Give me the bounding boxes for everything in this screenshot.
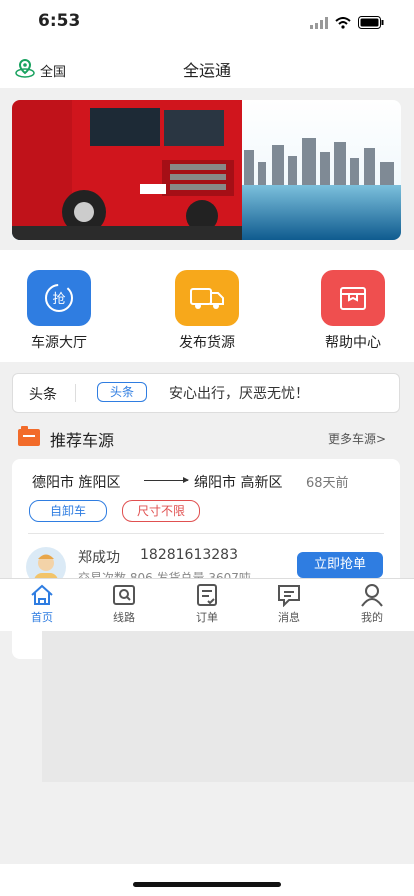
contact-name: 郑成功 xyxy=(78,550,120,566)
tab-label: 我的 xyxy=(361,611,383,624)
section-header: 推荐车源 更多车源> xyxy=(18,424,398,450)
wifi-icon xyxy=(335,14,351,33)
route-from: 德阳市 旌阳区 xyxy=(32,475,121,491)
message-icon xyxy=(278,585,300,607)
truck-icon xyxy=(175,270,239,326)
section-title: 推荐车源 xyxy=(50,431,115,450)
grab-order-button[interactable]: 立即抢单 xyxy=(297,552,383,578)
background-panel xyxy=(42,631,414,782)
quick-vehicle-hall[interactable]: 抢 车源大厅 xyxy=(14,270,104,352)
banner-image[interactable] xyxy=(12,100,401,240)
banner-area xyxy=(0,88,414,250)
box-icon xyxy=(321,270,385,326)
home-icon xyxy=(31,584,53,605)
route-to: 绵阳市 高新区 xyxy=(194,475,283,491)
card-divider xyxy=(28,533,384,534)
quick-label: 车源大厅 xyxy=(31,335,87,351)
tab-label: 消息 xyxy=(278,611,300,624)
tab-label: 订单 xyxy=(196,611,218,624)
home-indicator[interactable] xyxy=(133,882,281,887)
tag-vehicle-type: 自卸车 xyxy=(29,500,107,522)
tab-label: 线路 xyxy=(113,611,135,624)
quick-actions: 抢 车源大厅 发布货源 帮助中心 xyxy=(0,250,414,362)
route-arrow-icon xyxy=(144,477,189,483)
order-icon xyxy=(197,584,217,606)
route-icon xyxy=(113,585,135,605)
nav-bar: 全国 全运通 xyxy=(0,46,414,88)
more-vehicles-link[interactable]: 更多车源> xyxy=(328,430,386,447)
quick-label: 发布货源 xyxy=(179,335,235,351)
news-tag: 头条 xyxy=(97,382,147,402)
tab-label: 首页 xyxy=(31,611,53,624)
tab-bar: 首页 线路 订单 消息 我的 xyxy=(0,578,414,631)
page-title: 全运通 xyxy=(182,61,231,80)
status-icons xyxy=(310,14,384,33)
news-text: 安心出行，厌恶无忧！ xyxy=(169,386,309,402)
posted-time: 68天前 xyxy=(306,476,349,491)
tab-route[interactable]: 线路 xyxy=(94,583,154,625)
news-heading: 头条 xyxy=(29,387,57,403)
section-icon xyxy=(18,426,40,450)
battery-icon xyxy=(358,14,384,33)
tab-orders[interactable]: 订单 xyxy=(177,583,237,625)
quick-help-center[interactable]: 帮助中心 xyxy=(308,270,398,352)
grab-icon: 抢 xyxy=(27,270,91,326)
contact-phone[interactable]: 18281613283 xyxy=(140,547,238,563)
status-time: 6:53 xyxy=(38,11,81,31)
tab-profile[interactable]: 我的 xyxy=(342,583,402,625)
svg-text:抢: 抢 xyxy=(52,291,65,307)
profile-icon xyxy=(361,584,383,607)
tab-messages[interactable]: 消息 xyxy=(259,583,319,625)
signal-icon xyxy=(310,14,328,33)
news-divider xyxy=(75,384,76,402)
tab-home[interactable]: 首页 xyxy=(12,583,72,625)
quick-label: 帮助中心 xyxy=(325,335,381,351)
quick-publish-cargo[interactable]: 发布货源 xyxy=(162,270,252,352)
bottom-strip xyxy=(0,864,414,896)
news-ticker[interactable]: 头条 头条 安心出行，厌恶无忧！ xyxy=(12,373,400,413)
tag-size: 尺寸不限 xyxy=(122,500,200,522)
status-bar: 6:53 xyxy=(0,0,414,46)
